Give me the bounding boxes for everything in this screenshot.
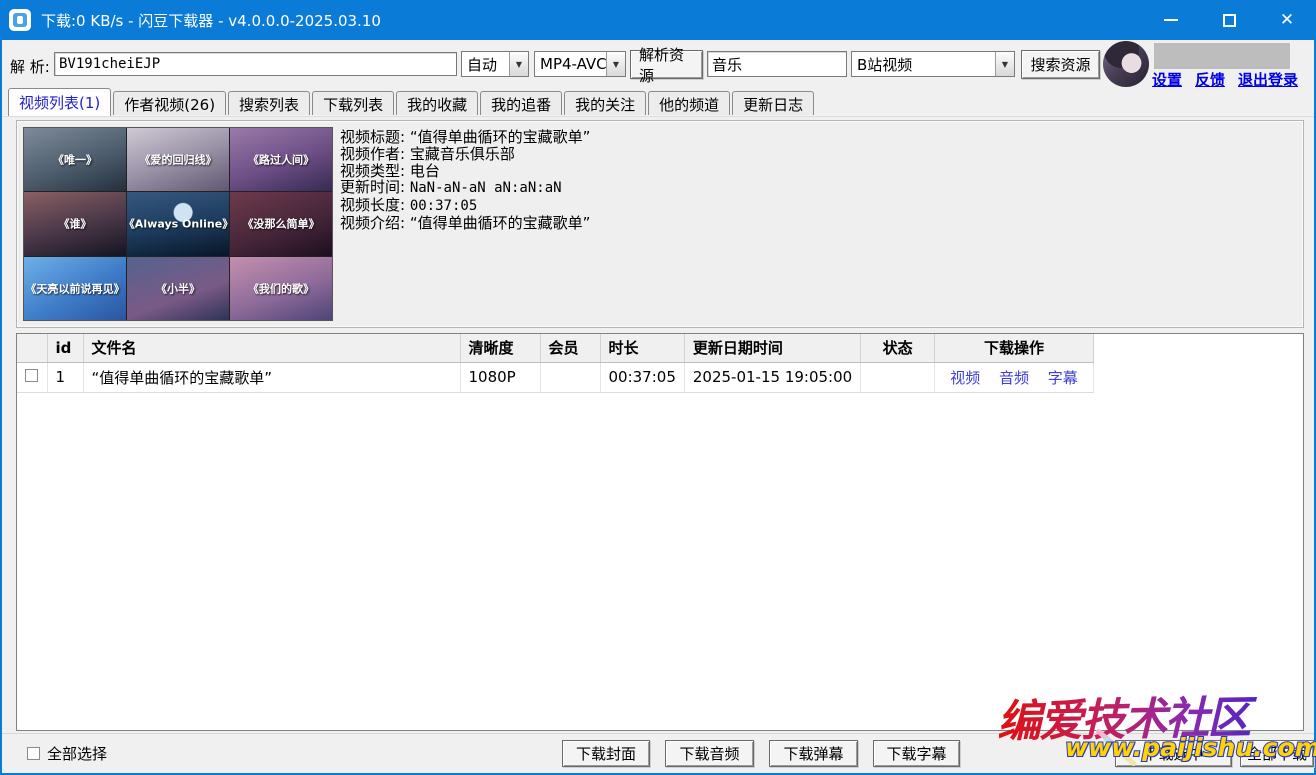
parse-resource-button[interactable]: 解析资源 — [630, 50, 703, 79]
maximize-button[interactable] — [1200, 0, 1258, 40]
header-filename[interactable]: 文件名 — [83, 334, 460, 362]
parse-label: 解 析: — [10, 56, 50, 77]
feedback-link[interactable]: 反馈 — [1195, 69, 1225, 90]
tab-my-bangumi[interactable]: 我的追番 — [480, 91, 562, 116]
file-list: id 文件名 清晰度 会员 时长 更新日期时间 状态 下载操作 1 “值得单曲循… — [16, 333, 1304, 731]
title-bar: 下载:0 KB/s - 闪豆下载器 - v4.0.0.0-2025.03.10 … — [0, 0, 1316, 40]
thumbnail-cell: 《路过人间》 — [230, 128, 332, 191]
header-status[interactable]: 状态 — [861, 334, 935, 362]
account-links: 设置 反馈 退出登录 — [1152, 69, 1312, 90]
tab-video-list[interactable]: 视频列表(1) — [8, 88, 111, 116]
cell-id: 1 — [47, 362, 83, 392]
window-title: 下载:0 KB/s - 闪豆下载器 - v4.0.0.0-2025.03.10 — [41, 10, 381, 31]
thumbnail-cell: 《天亮以前说再见》 — [24, 257, 126, 320]
download-audio-button[interactable]: 下载音频 — [665, 740, 754, 767]
close-button[interactable]: ✕ — [1258, 0, 1316, 40]
source-select[interactable]: B站视频 ▼ — [851, 51, 1015, 77]
logout-link[interactable]: 退出登录 — [1238, 69, 1298, 90]
download-danmaku-button[interactable]: 下载弹幕 — [769, 740, 858, 767]
download-subtitle-link[interactable]: 字幕 — [1048, 369, 1078, 387]
footer-bar: 全部选择 下载封面 下载音频 下载弹幕 下载字幕 下载选中 全部下载 — [2, 733, 1314, 771]
header-vip[interactable]: 会员 — [540, 334, 600, 362]
app-window: 下载:0 KB/s - 闪豆下载器 - v4.0.0.0-2025.03.10 … — [0, 0, 1316, 775]
minimize-button[interactable] — [1142, 0, 1200, 40]
thumbnail-cell: 《没那么简单》 — [230, 192, 332, 255]
video-info-panel: 《唯一》 《爱的回归线》 《路过人间》 《谁》 《Always Online》 … — [16, 120, 1304, 328]
video-info-text: 视频标题: “值得单曲循环的宝藏歌单” 视频作者: 宝藏音乐俱乐部 视频类型: … — [340, 129, 590, 232]
tab-download-list[interactable]: 下载列表 — [312, 91, 394, 116]
select-all-checkbox[interactable] — [27, 747, 40, 760]
download-subtitle-button[interactable]: 下载字幕 — [873, 740, 960, 767]
header-quality[interactable]: 清晰度 — [460, 334, 540, 362]
download-video-link[interactable]: 视频 — [950, 369, 980, 387]
tab-changelog[interactable]: 更新日志 — [732, 91, 814, 116]
video-description-line: 视频介绍: “值得单曲循环的宝藏歌单” — [340, 215, 590, 232]
cell-updated: 2025-01-15 19:05:00 — [684, 362, 860, 392]
thumbnail-cell: 《唯一》 — [24, 128, 126, 191]
parse-url-input[interactable] — [54, 52, 457, 76]
thumbnail-cell: 《谁》 — [24, 192, 126, 255]
minimize-icon — [1164, 19, 1178, 21]
header-actions[interactable]: 下载操作 — [935, 334, 1094, 362]
thumbnail-cell: 《小半》 — [127, 257, 229, 320]
censored-username — [1154, 43, 1290, 69]
chevron-down-icon: ▼ — [509, 52, 528, 76]
tab-search-list[interactable]: 搜索列表 — [228, 91, 310, 116]
format-select[interactable]: MP4-AVC ▼ — [534, 51, 626, 77]
select-all-label: 全部选择 — [47, 743, 107, 764]
settings-link[interactable]: 设置 — [1152, 69, 1182, 90]
table-row[interactable]: 1 “值得单曲循环的宝藏歌单” 1080P 00:37:05 2025-01-1… — [17, 362, 1093, 392]
thumbnail-cell: 《爱的回归线》 — [127, 128, 229, 191]
tab-page-edge — [2, 115, 1314, 117]
cell-filename: “值得单曲循环的宝藏歌单” — [83, 362, 460, 392]
tab-my-follows[interactable]: 我的关注 — [564, 91, 646, 116]
download-all-button[interactable]: 全部下载 — [1240, 740, 1314, 767]
tab-author-videos[interactable]: 作者视频(26) — [113, 91, 226, 116]
window-controls: ✕ — [1142, 0, 1316, 40]
tab-my-favorites[interactable]: 我的收藏 — [396, 91, 478, 116]
tab-bar: 视频列表(1) 作者视频(26) 搜索列表 下载列表 我的收藏 我的追番 我的关… — [8, 88, 1308, 116]
header-updated[interactable]: 更新日期时间 — [684, 334, 860, 362]
download-selected-button[interactable]: 下载选中 — [1115, 740, 1232, 767]
maximize-icon — [1223, 14, 1236, 27]
table-header-row: id 文件名 清晰度 会员 时长 更新日期时间 状态 下载操作 — [17, 334, 1093, 362]
header-select — [17, 334, 47, 362]
tab-his-channel[interactable]: 他的频道 — [648, 91, 730, 116]
cell-quality: 1080P — [460, 362, 540, 392]
chevron-down-icon: ▼ — [606, 52, 625, 76]
video-duration-line: 视频长度: 00:37:05 — [340, 197, 590, 215]
select-all-control[interactable]: 全部选择 — [27, 743, 107, 764]
search-resource-button[interactable]: 搜索资源 — [1021, 50, 1100, 79]
row-checkbox[interactable] — [25, 369, 38, 382]
user-avatar[interactable] — [1103, 41, 1149, 87]
cell-vip — [540, 362, 600, 392]
video-thumbnail[interactable]: 《唯一》 《爱的回归线》 《路过人间》 《谁》 《Always Online》 … — [23, 127, 333, 321]
close-icon: ✕ — [1280, 12, 1294, 29]
video-updated-line: 更新时间: NaN-aN-aN aN:aN:aN — [340, 179, 590, 197]
search-keyword-input[interactable] — [707, 51, 847, 77]
header-duration[interactable]: 时长 — [600, 334, 684, 362]
header-id[interactable]: id — [47, 334, 83, 362]
cell-status — [861, 362, 935, 392]
video-title-line: 视频标题: “值得单曲循环的宝藏歌单” — [340, 129, 590, 146]
video-author-line: 视频作者: 宝藏音乐俱乐部 — [340, 146, 590, 163]
download-audio-link[interactable]: 音频 — [999, 369, 1029, 387]
thumbnail-cell: 《我们的歌》 — [230, 257, 332, 320]
chevron-down-icon: ▼ — [995, 52, 1014, 76]
app-logo-icon — [9, 9, 31, 31]
video-type-line: 视频类型: 电台 — [340, 163, 590, 180]
quality-select[interactable]: 自动 ▼ — [461, 51, 529, 77]
file-table: id 文件名 清晰度 会员 时长 更新日期时间 状态 下载操作 1 “值得单曲循… — [17, 334, 1094, 393]
cell-actions: 视频 音频 字幕 — [935, 362, 1094, 392]
thumbnail-cell: 《Always Online》 — [127, 192, 229, 255]
download-cover-button[interactable]: 下载封面 — [562, 740, 650, 767]
cell-duration: 00:37:05 — [600, 362, 684, 392]
